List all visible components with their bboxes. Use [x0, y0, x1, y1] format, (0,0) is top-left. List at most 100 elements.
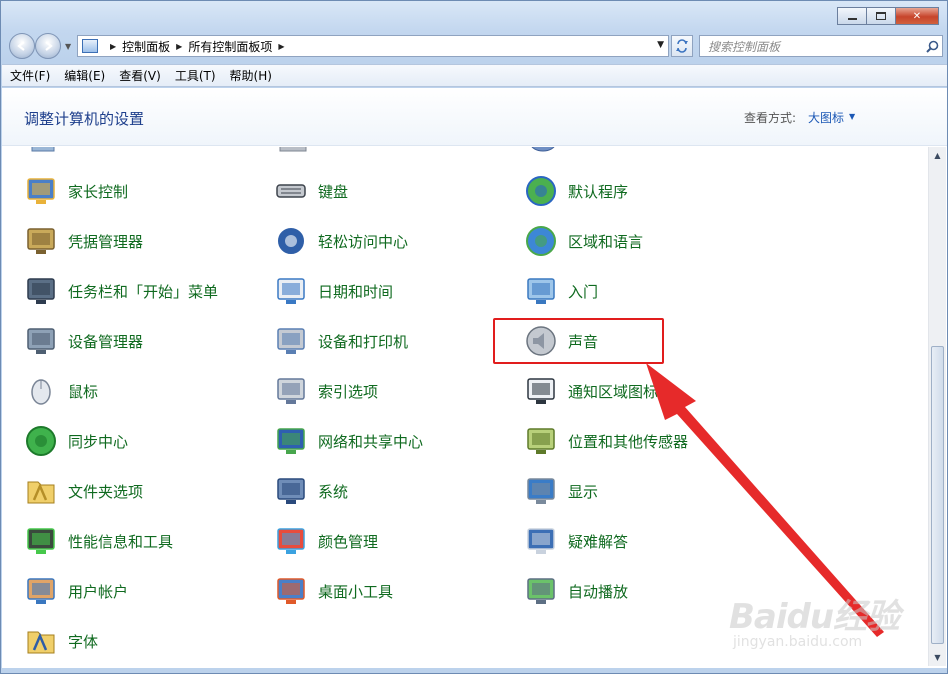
- credential-manager-icon: [24, 224, 58, 258]
- control-panel-item[interactable]: 日期和时间: [274, 271, 393, 311]
- control-panel-item[interactable]: 设备和打印机: [274, 321, 408, 361]
- search-box[interactable]: 搜索控制面板: [699, 35, 943, 57]
- item-label[interactable]: 区域和语言: [568, 231, 643, 252]
- getting-started-icon: [524, 274, 558, 308]
- menu-tools[interactable]: 工具(T): [175, 67, 216, 84]
- control-panel-item[interactable]: 显示: [524, 471, 598, 511]
- control-panel-item[interactable]: 入门: [524, 271, 598, 311]
- control-panel-item[interactable]: 索引选项: [274, 371, 378, 411]
- breadcrumb-separator[interactable]: ▶: [176, 42, 182, 51]
- refresh-button[interactable]: [671, 35, 693, 57]
- item-label[interactable]: 系统: [318, 481, 348, 502]
- item-label[interactable]: 自动播放: [568, 581, 628, 602]
- color-management-icon: [274, 524, 308, 558]
- item-label[interactable]: 声音: [568, 331, 598, 352]
- item-label[interactable]: 颜色管理: [318, 531, 378, 552]
- item-label[interactable]: 索引选项: [318, 381, 378, 402]
- control-panel-item[interactable]: 同步中心: [24, 421, 128, 461]
- content-header: 调整计算机的设置 查看方式: 大图标 ▼: [2, 88, 947, 146]
- control-panel-item[interactable]: 桌面小工具: [274, 571, 393, 611]
- keyboard-icon: [274, 174, 308, 208]
- control-panel-item[interactable]: 区域和语言: [524, 221, 643, 261]
- control-panel-item[interactable]: 轻松访问中心: [274, 221, 408, 261]
- region-language-icon: [524, 224, 558, 258]
- item-label[interactable]: 字体: [68, 631, 98, 652]
- maximize-button[interactable]: [866, 7, 896, 25]
- item-label[interactable]: 键盘: [318, 181, 348, 202]
- breadcrumb-all-items[interactable]: 所有控制面板项: [188, 38, 272, 55]
- scroll-thumb[interactable]: [931, 346, 944, 644]
- back-button[interactable]: [9, 33, 35, 59]
- item-label[interactable]: 设备和打印机: [318, 331, 408, 352]
- control-panel-item[interactable]: 任务栏和「开始」菜单: [24, 271, 218, 311]
- menu-bar: 文件(F) 编辑(E) 查看(V) 工具(T) 帮助(H): [2, 64, 947, 87]
- menu-view[interactable]: 查看(V): [119, 67, 161, 84]
- search-icon[interactable]: [922, 40, 942, 53]
- vertical-scrollbar[interactable]: ▲ ▼: [928, 147, 946, 666]
- control-panel-item[interactable]: 性能信息和工具: [24, 521, 173, 561]
- item-label[interactable]: 入门: [568, 281, 598, 302]
- menu-help[interactable]: 帮助(H): [230, 67, 272, 84]
- control-panel-item[interactable]: 通知区域图标: [524, 371, 658, 411]
- control-panel-item[interactable]: 疑难解答: [524, 521, 628, 561]
- control-panel-item[interactable]: 默认程序: [524, 171, 628, 211]
- item-label[interactable]: 显示: [568, 481, 598, 502]
- item-label[interactable]: 网络和共享中心: [318, 431, 423, 452]
- view-by-dropdown[interactable]: 大图标: [808, 109, 844, 126]
- item-label[interactable]: 鼠标: [68, 381, 98, 402]
- recent-pages-dropdown[interactable]: ▼: [65, 42, 71, 51]
- window-caption-buttons: ✕: [837, 7, 939, 25]
- control-panel-item[interactable]: 自动播放: [524, 571, 628, 611]
- mouse-icon: [24, 374, 58, 408]
- breadcrumb-control-panel[interactable]: 控制面板: [122, 38, 170, 55]
- chevron-down-icon[interactable]: ▼: [849, 112, 855, 121]
- item-label[interactable]: 文件夹选项: [68, 481, 143, 502]
- item-label[interactable]: 疑难解答: [568, 531, 628, 552]
- control-panel-item[interactable]: 文件夹选项: [24, 471, 143, 511]
- address-bar[interactable]: ▶ 控制面板 ▶ 所有控制面板项 ▶ ▼: [77, 35, 669, 57]
- control-panel-item[interactable]: 用户帐户: [24, 571, 128, 611]
- user-accounts-icon: [24, 574, 58, 608]
- item-label[interactable]: 桌面小工具: [318, 581, 393, 602]
- scroll-down-icon[interactable]: ▼: [929, 649, 946, 666]
- item-label[interactable]: 性能信息和工具: [68, 531, 173, 552]
- control-panel-item[interactable]: 字体: [24, 621, 98, 661]
- control-panel-item[interactable]: 系统: [274, 471, 348, 511]
- search-input[interactable]: 搜索控制面板: [708, 38, 922, 55]
- item-label[interactable]: 通知区域图标: [568, 381, 658, 402]
- fonts-icon: [24, 624, 58, 658]
- item-label[interactable]: 设备管理器: [68, 331, 143, 352]
- folder-options-icon: [24, 474, 58, 508]
- item-label[interactable]: 位置和其他传感器: [568, 431, 688, 452]
- item-label[interactable]: 任务栏和「开始」菜单: [68, 281, 218, 302]
- control-panel-item[interactable]: 设备管理器: [24, 321, 143, 361]
- scroll-up-icon[interactable]: ▲: [929, 147, 946, 164]
- menu-file[interactable]: 文件(F): [10, 67, 50, 84]
- control-panel-item[interactable]: 凭据管理器: [24, 221, 143, 261]
- control-panel-item[interactable]: 声音: [524, 321, 598, 361]
- control-panel-item[interactable]: 网络和共享中心: [274, 421, 423, 461]
- breadcrumb-separator[interactable]: ▶: [110, 42, 116, 51]
- breadcrumb-separator[interactable]: ▶: [278, 42, 284, 51]
- forward-button[interactable]: [35, 33, 61, 59]
- item-label[interactable]: 日期和时间: [318, 281, 393, 302]
- menu-edit[interactable]: 编辑(E): [64, 67, 105, 84]
- item-label[interactable]: 用户帐户: [68, 581, 128, 602]
- item-label[interactable]: 同步中心: [68, 431, 128, 452]
- control-panel-items: 家长控制凭据管理器任务栏和「开始」菜单 设备管理器鼠标同步中心文件夹选项性能信息和…: [2, 147, 928, 668]
- control-panel-item[interactable]: 键盘: [274, 171, 348, 211]
- item-label[interactable]: 凭据管理器: [68, 231, 143, 252]
- item-label[interactable]: 轻松访问中心: [318, 231, 408, 252]
- back-arrow-icon: [17, 41, 25, 51]
- address-dropdown-icon[interactable]: ▼: [657, 40, 664, 50]
- minimize-button[interactable]: [837, 7, 867, 25]
- control-panel-item[interactable]: 鼠标: [24, 371, 98, 411]
- devices-printers-icon: [274, 324, 308, 358]
- control-panel-item[interactable]: 家长控制: [24, 171, 128, 211]
- control-panel-item[interactable]: 颜色管理: [274, 521, 378, 561]
- control-panel-item[interactable]: 位置和其他传感器: [524, 421, 688, 461]
- item-label[interactable]: 家长控制: [68, 181, 128, 202]
- sync-center-icon: [24, 424, 58, 458]
- close-button[interactable]: ✕: [895, 7, 939, 25]
- item-label[interactable]: 默认程序: [568, 181, 628, 202]
